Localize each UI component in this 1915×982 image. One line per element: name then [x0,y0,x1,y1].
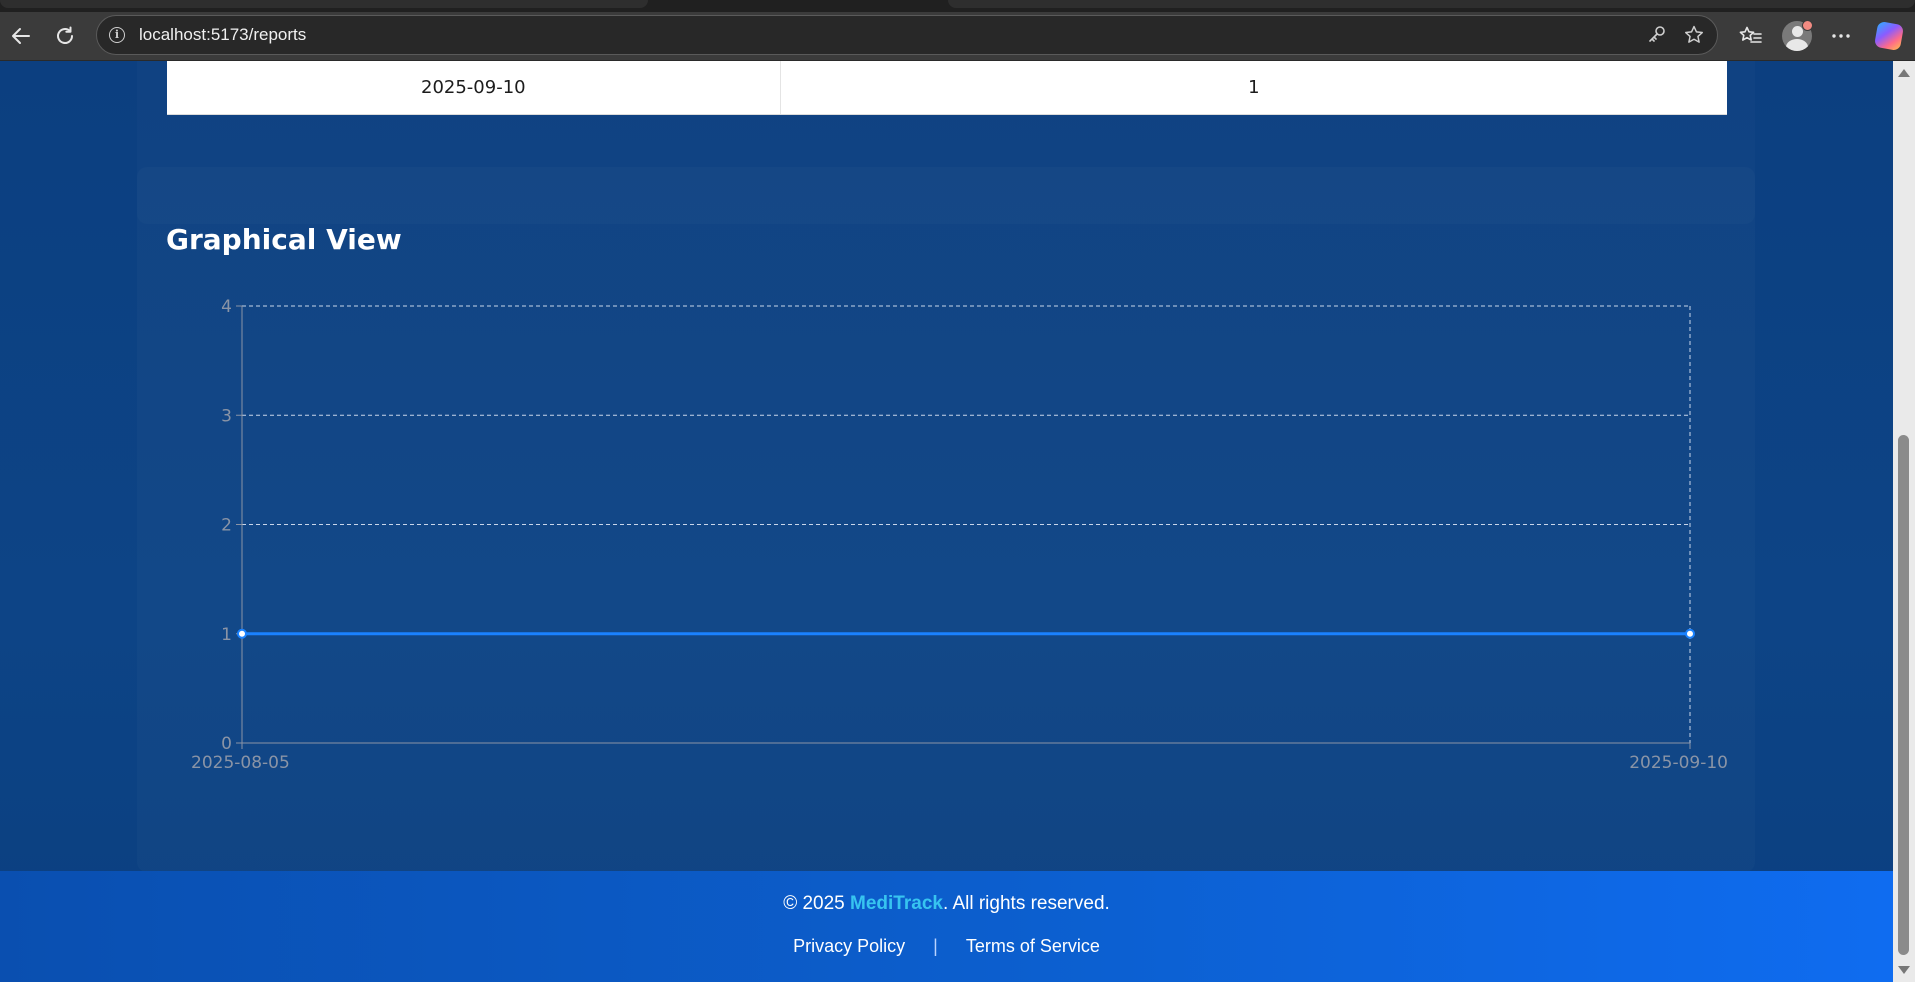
copilot-icon[interactable] [1873,20,1905,52]
back-icon[interactable] [7,22,35,50]
favorites-icon[interactable] [1737,22,1765,50]
scroll-up-arrow-icon[interactable] [1898,69,1910,77]
y-tick-label: 4 [221,297,232,317]
copyright-line: © 2025 MediTrack. All rights reserved. [0,893,1893,915]
vertical-scrollbar[interactable] [1893,61,1915,982]
copyright-prefix: © 2025 [783,893,851,914]
brand-name: MediTrack [850,893,943,914]
tab-inactive-right[interactable] [948,0,1915,8]
tab-inactive-left[interactable] [0,0,648,8]
reload-icon[interactable] [51,22,79,50]
copyright-suffix: . All rights reserved. [942,893,1110,914]
privacy-policy-link[interactable]: Privacy Policy [793,936,905,956]
y-tick-label: 1 [221,625,232,645]
y-tick-label: 3 [221,406,232,426]
page-viewport: 2025-09-10 1 Graphical View 0 1 2 3 4 2025-08… [0,61,1893,982]
scrollbar-thumb[interactable] [1898,435,1909,955]
line-chart: 0 1 2 3 4 2025-08-05 2025-09-10 [191,297,1728,773]
y-tick-label: 0 [221,734,232,754]
info-icon[interactable]: i [109,27,125,43]
footer-links: Privacy Policy | Terms of Service [0,936,1893,957]
url-text[interactable]: localhost:5173/reports [139,25,306,45]
data-point [237,628,247,639]
star-icon[interactable] [1683,24,1705,51]
x-tick-label: 2025-08-05 [191,753,290,773]
address-bar[interactable]: i localhost:5173/reports [96,15,1718,55]
notification-dot [1802,20,1813,31]
data-point [1685,628,1695,639]
y-tick-label: 2 [221,516,232,536]
key-icon[interactable] [1647,24,1667,49]
scroll-down-arrow-icon[interactable] [1898,966,1910,974]
x-tick-label: 2025-09-10 [1629,753,1728,773]
terms-of-service-link[interactable]: Terms of Service [966,936,1100,956]
tab-strip [0,0,1915,12]
footer: © 2025 MediTrack. All rights reserved. P… [0,871,1893,982]
more-icon[interactable] [1827,22,1855,50]
browser-toolbar: i localhost:5173/reports [0,12,1915,61]
footer-separator: | [933,936,938,956]
